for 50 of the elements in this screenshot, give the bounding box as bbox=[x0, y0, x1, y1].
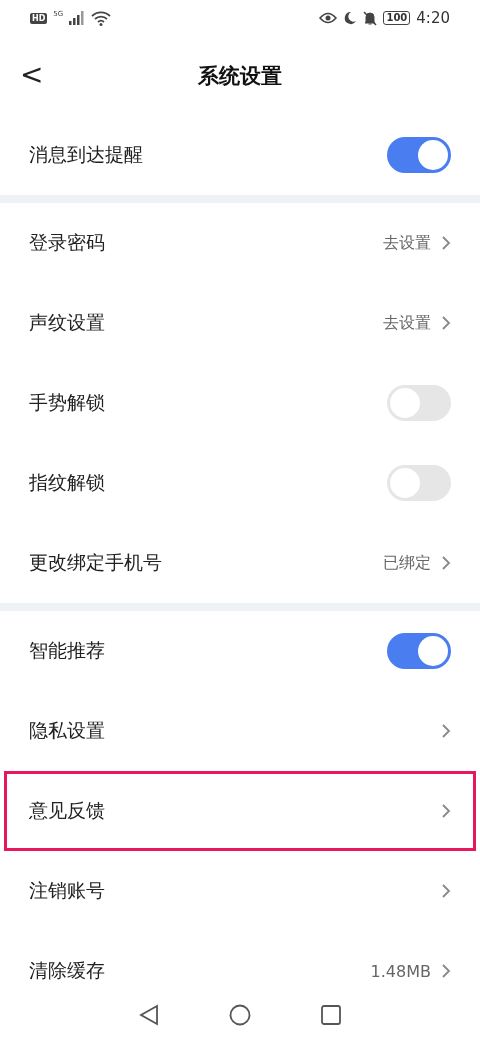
home-circle-icon[interactable] bbox=[229, 1004, 251, 1026]
settings-row[interactable]: 登录密码 去设置 bbox=[4, 203, 476, 283]
toggle-switch[interactable] bbox=[387, 385, 451, 421]
settings-row[interactable]: 隐私设置 bbox=[4, 691, 476, 771]
settings-row[interactable]: 注销账号 bbox=[4, 851, 476, 931]
settings-row[interactable]: 智能推荐 bbox=[4, 611, 476, 691]
highlighted-settings-row[interactable]: 意见反馈 bbox=[4, 771, 476, 851]
moon-icon bbox=[343, 11, 358, 25]
row-label: 登录密码 bbox=[29, 230, 106, 255]
clock-time: 4:20 bbox=[416, 9, 450, 27]
row-label: 手势解锁 bbox=[29, 390, 106, 415]
chevron-right-icon bbox=[441, 555, 451, 571]
chevron-right-icon bbox=[441, 803, 451, 819]
toggle-switch[interactable] bbox=[387, 465, 451, 501]
toggle-switch[interactable] bbox=[387, 633, 451, 669]
row-label: 声纹设置 bbox=[29, 310, 106, 335]
settings-row[interactable]: 清除缓存 1.48MB bbox=[4, 931, 476, 1011]
settings-row[interactable]: 更改绑定手机号 已绑定 bbox=[4, 523, 476, 603]
back-triangle-icon[interactable] bbox=[139, 1004, 159, 1026]
row-value: 已绑定 bbox=[383, 552, 431, 574]
chevron-right-icon bbox=[441, 963, 451, 979]
back-button[interactable]: < bbox=[16, 58, 48, 91]
row-value: 去设置 bbox=[383, 232, 431, 254]
eye-icon bbox=[319, 12, 338, 24]
row-label: 更改绑定手机号 bbox=[29, 550, 163, 575]
settings-row[interactable]: 指纹解锁 bbox=[4, 443, 476, 523]
settings-row[interactable]: 手势解锁 bbox=[4, 363, 476, 443]
row-label: 消息到达提醒 bbox=[29, 142, 144, 167]
battery-indicator: 100 bbox=[383, 11, 411, 25]
page-title: 系统设置 bbox=[198, 62, 282, 90]
chevron-right-icon bbox=[441, 723, 451, 739]
settings-row[interactable]: 声纹设置 去设置 bbox=[4, 283, 476, 363]
recents-square-icon[interactable] bbox=[321, 1005, 341, 1025]
chevron-right-icon bbox=[441, 315, 451, 331]
row-label: 隐私设置 bbox=[29, 718, 106, 743]
row-value: 1.48MB bbox=[370, 961, 431, 981]
toggle-switch[interactable] bbox=[387, 137, 451, 173]
bell-off-icon bbox=[363, 10, 378, 26]
chevron-right-icon bbox=[441, 235, 451, 251]
row-label: 意见反馈 bbox=[29, 798, 106, 823]
row-label: 清除缓存 bbox=[29, 958, 106, 983]
wifi-icon bbox=[91, 10, 112, 26]
signal-icon bbox=[69, 11, 86, 25]
row-label: 智能推荐 bbox=[29, 638, 106, 663]
row-label: 指纹解锁 bbox=[29, 470, 106, 495]
hd-badge: HD bbox=[30, 12, 48, 24]
row-label: 注销账号 bbox=[29, 878, 106, 903]
settings-row[interactable]: 消息到达提醒 bbox=[4, 115, 476, 195]
chevron-right-icon bbox=[441, 883, 451, 899]
row-value: 去设置 bbox=[383, 312, 431, 334]
